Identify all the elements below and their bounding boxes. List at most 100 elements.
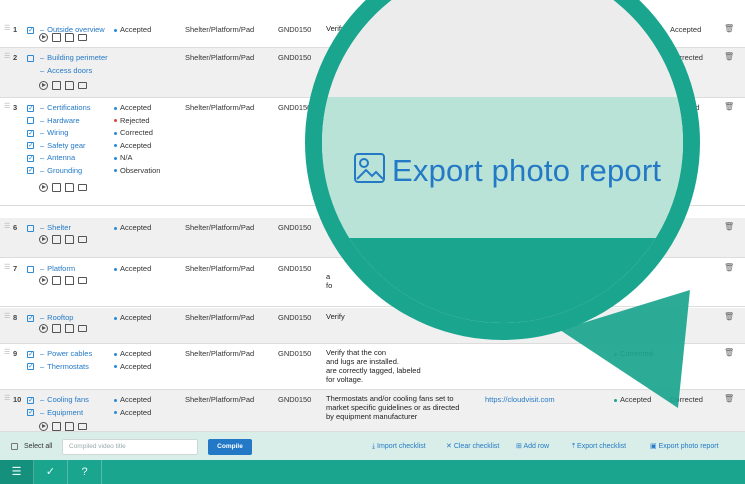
type-cell: Shelter/Platform/Pad bbox=[185, 349, 255, 358]
evidence-link[interactable]: https://cloudvisit.com bbox=[485, 394, 555, 406]
document-icon[interactable] bbox=[65, 324, 74, 333]
select-all-checkbox[interactable] bbox=[11, 441, 18, 453]
item-label[interactable]: – Equipment bbox=[38, 407, 83, 419]
item-label[interactable]: – Wiring bbox=[38, 127, 68, 139]
code-cell: GND0150 bbox=[278, 395, 312, 404]
play-icon[interactable] bbox=[39, 422, 48, 431]
play-icon[interactable] bbox=[39, 324, 48, 333]
item-label[interactable]: – Grounding bbox=[38, 165, 82, 177]
video-icon[interactable] bbox=[78, 34, 87, 41]
photo-icon[interactable] bbox=[52, 235, 61, 244]
photo-icon[interactable] bbox=[52, 183, 61, 192]
play-icon[interactable] bbox=[39, 33, 48, 42]
compile-button[interactable]: Compile bbox=[208, 439, 252, 455]
document-icon[interactable] bbox=[65, 235, 74, 244]
item-checkbox[interactable] bbox=[27, 394, 34, 407]
document-icon[interactable] bbox=[65, 276, 74, 285]
export-photo-report-button[interactable]: ▣ Export photo report bbox=[650, 441, 719, 453]
result-cell: Corrected bbox=[670, 395, 703, 404]
video-icon[interactable] bbox=[78, 325, 87, 332]
item-label[interactable]: – Rooftop bbox=[38, 312, 73, 324]
item-checkbox[interactable] bbox=[27, 361, 34, 373]
trash-icon[interactable]: 🗑 bbox=[724, 52, 734, 61]
import-checklist-button[interactable]: ⤓ Import checklist bbox=[372, 441, 426, 453]
photo-icon[interactable] bbox=[52, 81, 61, 90]
trash-icon[interactable]: 🗑 bbox=[724, 312, 734, 321]
item-label[interactable]: – Hardware bbox=[38, 115, 80, 127]
code-cell: GND0150 bbox=[278, 223, 312, 232]
table-row: ☰10 –Cooling fans Accepted –Equipment Accept… bbox=[0, 390, 745, 432]
video-icon[interactable] bbox=[78, 277, 87, 284]
document-icon[interactable] bbox=[65, 81, 74, 90]
play-icon[interactable] bbox=[39, 235, 48, 244]
video-icon[interactable] bbox=[78, 82, 87, 89]
check-circle-icon[interactable]: ✓ bbox=[34, 460, 68, 484]
item-checkbox[interactable] bbox=[27, 312, 34, 325]
item-status: Rejected bbox=[114, 115, 150, 127]
item-label[interactable]: – Access doors bbox=[38, 65, 92, 77]
video-icon[interactable] bbox=[78, 423, 87, 430]
drag-handle-icon[interactable]: ☰ bbox=[4, 312, 12, 320]
item-checkbox[interactable] bbox=[27, 24, 34, 37]
drag-handle-icon[interactable]: ☰ bbox=[4, 222, 12, 230]
item-checkbox[interactable] bbox=[27, 152, 34, 165]
item-checkbox[interactable] bbox=[27, 52, 34, 64]
export-checklist-button[interactable]: ⤒ Export checklist bbox=[572, 441, 626, 453]
help-icon[interactable]: ? bbox=[68, 460, 102, 484]
drag-handle-icon[interactable]: ☰ bbox=[4, 348, 12, 356]
item-label[interactable]: – Platform bbox=[38, 263, 75, 275]
item-checkbox[interactable] bbox=[27, 102, 34, 115]
media-icons bbox=[39, 276, 87, 285]
video-title-input[interactable]: Compiled video title bbox=[62, 439, 198, 455]
trash-icon[interactable]: 🗑 bbox=[724, 394, 734, 403]
type-cell: Shelter/Platform/Pad bbox=[185, 25, 255, 34]
video-icon[interactable] bbox=[78, 236, 87, 243]
item-label[interactable]: – Safety gear bbox=[38, 140, 86, 152]
trash-icon[interactable]: 🗑 bbox=[724, 348, 734, 357]
play-icon[interactable] bbox=[39, 183, 48, 192]
magnified-export-label[interactable]: Export photo report bbox=[392, 153, 661, 189]
item-label[interactable]: – Building perimeter bbox=[38, 52, 108, 64]
document-icon[interactable] bbox=[65, 422, 74, 431]
photo-icon[interactable] bbox=[52, 276, 61, 285]
type-cell: Shelter/Platform/Pad bbox=[185, 53, 255, 62]
photo-icon[interactable] bbox=[52, 422, 61, 431]
document-icon[interactable] bbox=[65, 183, 74, 192]
drag-handle-icon[interactable]: ☰ bbox=[4, 102, 12, 110]
play-icon[interactable] bbox=[39, 81, 48, 90]
item-label[interactable]: – Power cables bbox=[38, 348, 92, 360]
item-checkbox[interactable] bbox=[27, 127, 34, 140]
drag-handle-icon[interactable]: ☰ bbox=[4, 24, 12, 32]
item-status: Accepted bbox=[114, 407, 151, 419]
item-label[interactable]: – Shelter bbox=[38, 222, 71, 234]
item-status: Accepted bbox=[114, 102, 151, 114]
video-icon[interactable] bbox=[78, 184, 87, 191]
photo-icon[interactable] bbox=[52, 33, 61, 42]
document-icon[interactable] bbox=[65, 33, 74, 42]
item-checkbox[interactable] bbox=[27, 115, 34, 127]
item-status: Accepted bbox=[114, 394, 151, 406]
item-label[interactable]: – Thermostats bbox=[38, 361, 89, 373]
item-label[interactable]: – Cooling fans bbox=[38, 394, 89, 406]
drag-handle-icon[interactable]: ☰ bbox=[4, 263, 12, 271]
add-row-button[interactable]: ⊞ Add row bbox=[516, 441, 549, 453]
item-checkbox[interactable] bbox=[27, 263, 34, 275]
item-checkbox[interactable] bbox=[27, 165, 34, 177]
list-icon[interactable]: ☰ bbox=[0, 460, 34, 484]
trash-icon[interactable]: 🗑 bbox=[724, 24, 734, 33]
row-number: 2 bbox=[13, 53, 18, 62]
item-checkbox[interactable] bbox=[27, 222, 34, 234]
item-checkbox[interactable] bbox=[27, 140, 34, 152]
trash-icon[interactable]: 🗑 bbox=[724, 222, 734, 231]
play-icon[interactable] bbox=[39, 276, 48, 285]
item-label[interactable]: – Certifications bbox=[38, 102, 91, 114]
trash-icon[interactable]: 🗑 bbox=[724, 263, 734, 272]
item-label[interactable]: – Antenna bbox=[38, 152, 75, 164]
item-checkbox[interactable] bbox=[27, 407, 34, 419]
photo-icon[interactable] bbox=[52, 324, 61, 333]
drag-handle-icon[interactable]: ☰ bbox=[4, 394, 12, 402]
item-checkbox[interactable] bbox=[27, 348, 34, 361]
drag-handle-icon[interactable]: ☰ bbox=[4, 52, 12, 60]
trash-icon[interactable]: 🗑 bbox=[724, 102, 734, 111]
clear-checklist-button[interactable]: ✕ Clear checklist bbox=[446, 441, 499, 453]
